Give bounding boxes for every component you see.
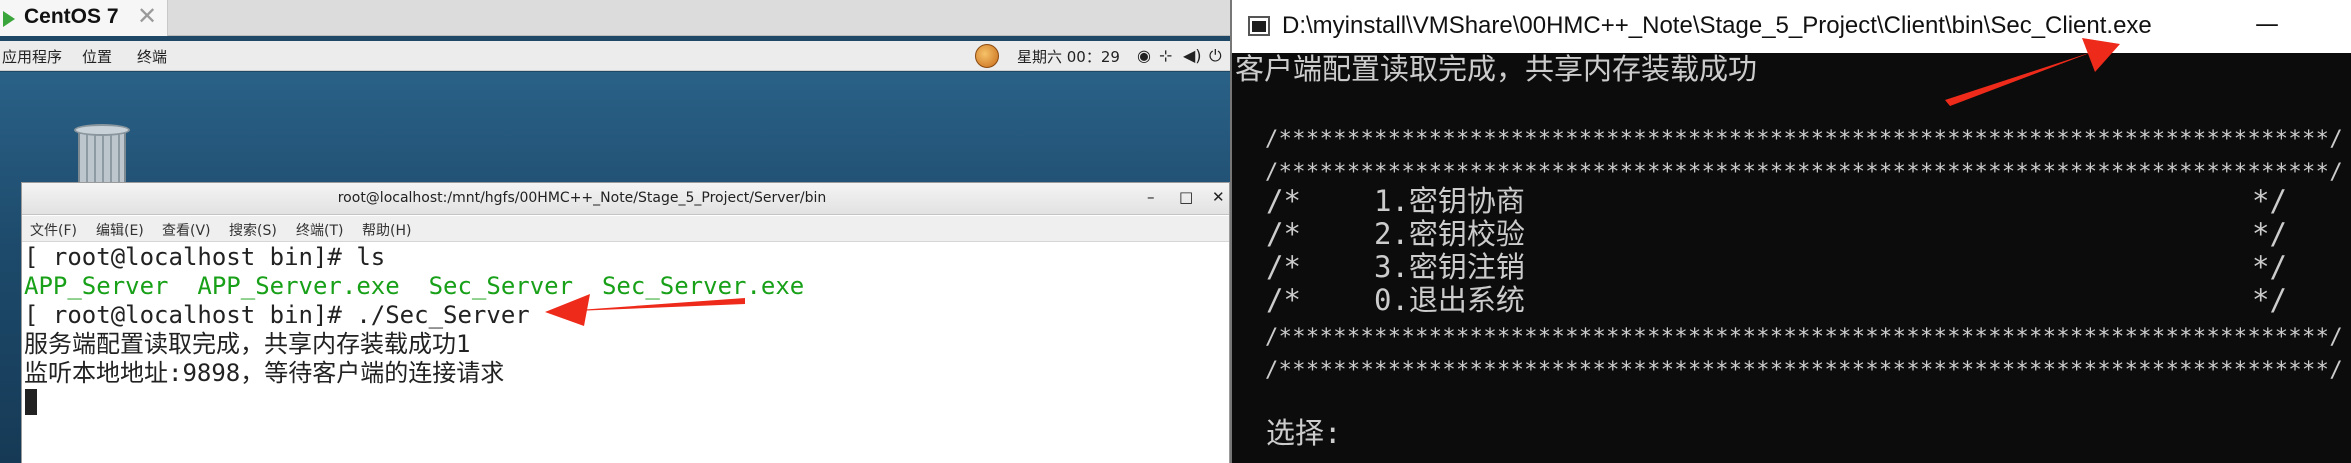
terminal-close-button[interactable]: ✕ <box>1212 188 1225 206</box>
console-title: D:\myinstall\VMShare\00HMC++_Note\Stage_… <box>1282 12 2152 39</box>
console-menu-item-close: */ <box>2252 184 2287 218</box>
terminal-title: root@localhost:/mnt/hgfs/00HMC++_Note/St… <box>337 190 827 206</box>
terminal-menu-view[interactable]: 查看(V) <box>162 220 211 240</box>
console-minimize-button[interactable]: — <box>2255 10 2279 38</box>
console-status-line: 客户端配置读取完成，共享内存装载成功 <box>1235 52 1758 86</box>
console-prompt: 选择: <box>1266 416 1342 450</box>
user-avatar[interactable] <box>975 44 999 68</box>
console-menu-item-close: */ <box>2252 250 2287 284</box>
terminal-menu-help[interactable]: 帮助(H) <box>362 220 411 240</box>
gnome-top-bar: 应用程序 位置 终端 星期六 00：29 ◉ ⊹ ◀) ⏻ <box>0 41 1230 71</box>
vm-running-icon <box>3 11 15 27</box>
windows-console-window: D:\myinstall\VMShare\00HMC++_Note\Stage_… <box>1230 0 2351 463</box>
terminal-line-server-status: 服务端配置读取完成，共享内存装载成功1 <box>24 330 471 358</box>
terminal-menu-edit[interactable]: 编辑(E) <box>96 220 144 240</box>
terminal-menubar: 文件(F) 编辑(E) 查看(V) 搜索(S) 终端(T) 帮助(H) <box>22 216 1229 242</box>
terminal-minimize-button[interactable]: – <box>1147 188 1155 206</box>
terminal-line-prompt-ls: [ root@localhost bin]# ls <box>24 243 386 271</box>
console-menu-item-close: */ <box>2252 217 2287 251</box>
console-menu-item-open: /* <box>1266 217 1301 251</box>
terminal-menu-terminal[interactable]: 终端(T) <box>296 220 343 240</box>
gnome-tray: 星期六 00：29 ◉ ⊹ ◀) ⏻ <box>975 44 1230 68</box>
gnome-clock[interactable]: 星期六 00：29 <box>1017 46 1120 67</box>
vm-tab-bar: CentOS 7 ✕ <box>0 0 1230 36</box>
console-border-line: /***************************************… <box>1265 325 2343 350</box>
console-menu-item-open: /* <box>1266 250 1301 284</box>
volume-icon[interactable]: ◀) <box>1183 46 1202 65</box>
terminal-titlebar[interactable]: root@localhost:/mnt/hgfs/00HMC++_Note/St… <box>22 183 1229 215</box>
vm-tab-close-icon[interactable]: ✕ <box>137 2 157 30</box>
terminal-maximize-button[interactable]: □ <box>1179 188 1193 206</box>
terminal-line-listen: 监听本地地址:9898，等待客户端的连接请求 <box>24 359 505 387</box>
gnome-menu-places[interactable]: 位置 <box>82 46 112 67</box>
vm-tab-title: CentOS 7 <box>24 5 119 28</box>
terminal-output[interactable]: [ root@localhost bin]# ls APP_Server APP… <box>22 243 1229 463</box>
terminal-menu-file[interactable]: 文件(F) <box>30 220 77 240</box>
console-border-line: /***************************************… <box>1265 127 2343 152</box>
console-menu-item-open: /* <box>1266 283 1301 317</box>
console-menu-item-label: 1.密钥协商 <box>1374 184 1525 218</box>
accessibility-icon[interactable]: ◉ <box>1137 46 1151 65</box>
terminal-line-ls-output: APP_Server APP_Server.exe Sec_Server Sec… <box>24 272 805 300</box>
console-menu-item-label: 2.密钥校验 <box>1374 217 1525 251</box>
terminal-line-prompt-run: [ root@localhost bin]# ./Sec_Server <box>24 301 530 329</box>
terminal-window: root@localhost:/mnt/hgfs/00HMC++_Note/St… <box>21 182 1230 463</box>
vm-tab-centos[interactable]: CentOS 7 ✕ <box>0 0 168 36</box>
console-menu-item-open: /* <box>1266 184 1301 218</box>
console-output[interactable]: 客户端配置读取完成，共享内存装载成功 /********************… <box>1232 53 2351 463</box>
console-border-line: /***************************************… <box>1265 358 2343 383</box>
gnome-menu-terminal[interactable]: 终端 <box>137 46 167 67</box>
terminal-cursor <box>25 389 37 415</box>
console-titlebar[interactable]: D:\myinstall\VMShare\00HMC++_Note\Stage_… <box>1232 0 2351 53</box>
centos-vm-window: CentOS 7 ✕ 应用程序 位置 终端 星期六 00：29 ◉ ⊹ ◀) ⏻… <box>0 0 1230 463</box>
network-icon[interactable]: ⊹ <box>1159 46 1172 65</box>
gnome-menu-applications[interactable]: 应用程序 <box>2 46 62 67</box>
console-menu-item-close: */ <box>2252 283 2287 317</box>
console-menu-item-label: 3.密钥注销 <box>1374 250 1525 284</box>
console-app-icon <box>1248 16 1270 36</box>
power-icon[interactable]: ⏻ <box>1209 46 1222 66</box>
console-menu-item-label: 0.退出系统 <box>1374 283 1525 317</box>
terminal-menu-search[interactable]: 搜索(S) <box>229 220 277 240</box>
